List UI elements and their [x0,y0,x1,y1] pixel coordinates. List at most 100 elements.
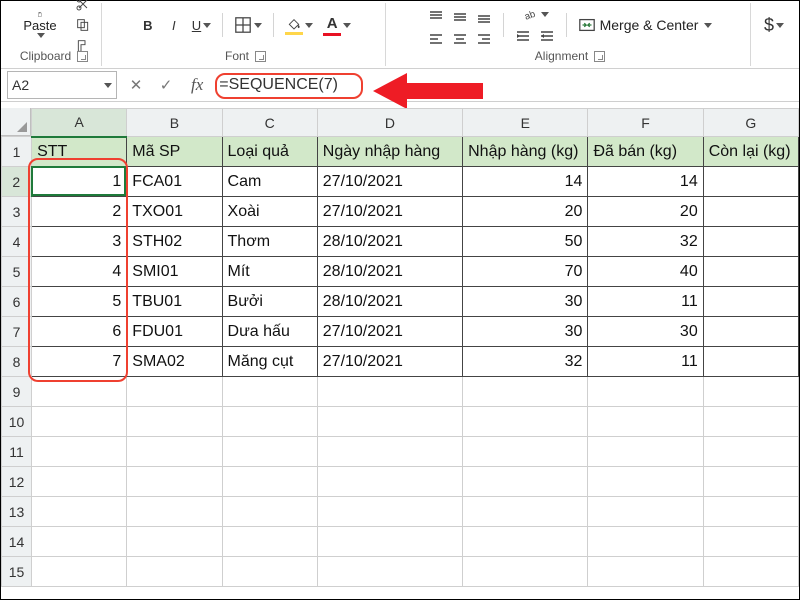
col-header[interactable]: C [222,109,317,137]
bold-button[interactable]: B [137,12,159,38]
row-header[interactable]: 5 [2,257,32,287]
fill-color-button[interactable] [282,12,316,38]
cell[interactable] [703,497,798,527]
cell[interactable] [317,527,462,557]
cell[interactable]: 2 [32,197,127,227]
col-header[interactable]: G [703,109,798,137]
cell[interactable]: 30 [588,317,703,347]
cell[interactable] [588,437,703,467]
dialog-launcher-icon[interactable] [255,51,266,62]
cell[interactable] [463,467,588,497]
cell[interactable] [703,227,798,257]
cell[interactable] [32,407,127,437]
formula-input[interactable] [213,71,799,99]
cell[interactable]: SMA02 [127,347,222,377]
cell[interactable] [703,437,798,467]
cell[interactable] [703,407,798,437]
cell[interactable]: FDU01 [127,317,222,347]
cell[interactable] [703,527,798,557]
col-header[interactable]: E [463,109,588,137]
cell[interactable] [127,407,222,437]
cell[interactable]: 28/10/2021 [317,287,462,317]
cell[interactable]: 14 [588,167,703,197]
col-header[interactable]: A [32,109,127,137]
cell[interactable]: 6 [32,317,127,347]
cell[interactable]: 20 [588,197,703,227]
cell[interactable] [317,497,462,527]
cell[interactable]: 20 [463,197,588,227]
cell[interactable]: 28/10/2021 [317,257,462,287]
cell[interactable] [703,197,798,227]
cell[interactable] [588,407,703,437]
cell[interactable] [127,467,222,497]
row-header[interactable]: 10 [2,407,32,437]
cell[interactable]: 27/10/2021 [317,317,462,347]
row-header[interactable]: 14 [2,527,32,557]
decrease-indent-button[interactable] [512,26,534,46]
row-header[interactable]: 7 [2,317,32,347]
cell[interactable] [703,557,798,587]
cell[interactable]: Dưa hấu [222,317,317,347]
cell[interactable] [32,377,127,407]
row-header[interactable]: 2 [2,167,32,197]
table-header-cell[interactable]: Mã SP [127,137,222,167]
increase-indent-button[interactable] [536,26,558,46]
row-header[interactable]: 8 [2,347,32,377]
cell[interactable] [222,377,317,407]
cell[interactable]: 11 [588,287,703,317]
confirm-formula-button[interactable]: ✓ [151,71,181,99]
cell[interactable] [127,527,222,557]
cell[interactable]: FCA01 [127,167,222,197]
cell[interactable] [222,497,317,527]
cell[interactable]: 4 [32,257,127,287]
cell[interactable] [703,167,798,197]
row-header[interactable]: 6 [2,287,32,317]
fx-icon[interactable]: fx [181,75,213,95]
table-header-cell[interactable]: Loại quả [222,137,317,167]
cell[interactable]: 27/10/2021 [317,347,462,377]
cell[interactable] [588,467,703,497]
cancel-formula-button[interactable]: ✕ [121,71,151,99]
cell[interactable]: 40 [588,257,703,287]
col-header[interactable]: B [127,109,222,137]
cell[interactable] [32,437,127,467]
cell[interactable] [703,257,798,287]
select-all-corner[interactable] [1,108,31,136]
cell[interactable] [222,437,317,467]
cell[interactable] [703,467,798,497]
orientation-button[interactable]: ab [512,5,558,25]
cell[interactable]: 70 [463,257,588,287]
cell[interactable]: 7 [32,347,127,377]
borders-button[interactable] [231,12,265,38]
cell[interactable] [222,467,317,497]
cell[interactable] [222,407,317,437]
cell[interactable]: SMI01 [127,257,222,287]
cell[interactable]: 32 [463,347,588,377]
cell[interactable]: 14 [463,167,588,197]
row-header[interactable]: 3 [2,197,32,227]
dialog-launcher-icon[interactable] [77,51,88,62]
cell[interactable]: Xoài [222,197,317,227]
cell[interactable] [222,557,317,587]
table-header-cell[interactable]: Đã bán (kg) [588,137,703,167]
cell[interactable] [463,407,588,437]
cell[interactable] [32,557,127,587]
cell[interactable]: Thơm [222,227,317,257]
cell[interactable] [222,527,317,557]
cell[interactable] [32,527,127,557]
cell[interactable]: Bưởi [222,287,317,317]
cell[interactable] [127,437,222,467]
table-header-cell[interactable]: STT [32,137,127,167]
cell[interactable]: 50 [463,227,588,257]
row-header[interactable]: 13 [2,497,32,527]
align-center-button[interactable] [449,26,471,52]
cell[interactable]: TXO01 [127,197,222,227]
merge-center-button[interactable]: Merge & Center [575,12,716,38]
cell[interactable]: 27/10/2021 [317,167,462,197]
font-color-button[interactable]: A [320,12,354,38]
row-header[interactable]: 11 [2,437,32,467]
cell[interactable] [703,317,798,347]
cell[interactable] [703,287,798,317]
cell[interactable] [317,407,462,437]
cut-button[interactable] [71,0,95,14]
